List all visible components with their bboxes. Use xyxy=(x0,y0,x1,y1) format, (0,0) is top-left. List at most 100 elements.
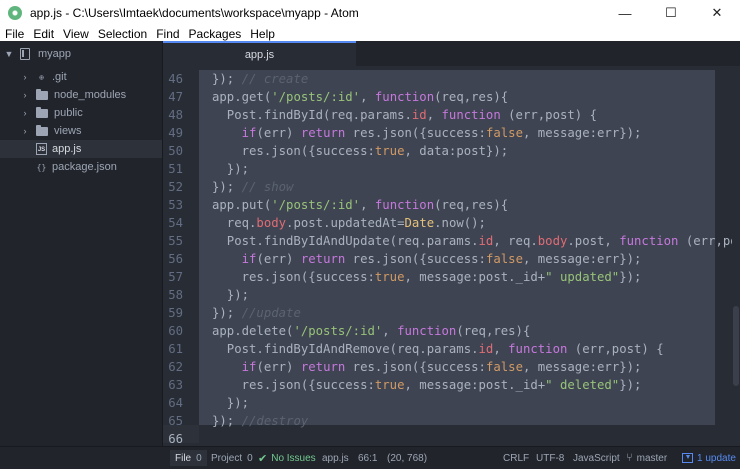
json-file-icon: {} xyxy=(36,162,47,172)
line-ending-selector[interactable]: CRLF xyxy=(503,447,529,469)
grammar-selector[interactable]: JavaScript xyxy=(573,447,620,469)
tree-item-node-modules[interactable]: › node_modules xyxy=(0,86,162,104)
code-line: 65}); //destroy xyxy=(163,412,723,430)
tree-item-git[interactable]: › ⊕ .git xyxy=(0,68,162,86)
close-button[interactable]: ✕ xyxy=(694,0,740,26)
tree-item-app-js[interactable]: JS app.js xyxy=(0,140,162,158)
tree-item-public[interactable]: › public xyxy=(0,104,162,122)
code-line: 53 app.put('/posts/:id', function(req,res… xyxy=(163,196,723,214)
code-line: 62 if(err) return res.json({success:fals… xyxy=(163,358,723,376)
git-icon: ⊕ xyxy=(39,72,44,82)
line-number: 56 xyxy=(168,252,183,266)
line-number: 60 xyxy=(168,324,183,338)
chevron-down-icon: ▼ xyxy=(4,49,14,59)
code-line: 49 if(err) return res.json({success:fals… xyxy=(163,124,723,142)
status-file-tab[interactable]: File 0 xyxy=(170,450,207,466)
line-number: 66 xyxy=(168,432,183,446)
menu-edit[interactable]: Edit xyxy=(33,27,54,41)
code-line: 56 if(err) return res.json({success:fals… xyxy=(163,250,723,268)
line-number: 48 xyxy=(168,108,183,122)
tree-view: ▼ myapp › ⊕ .git › node_modules › public… xyxy=(0,41,163,446)
vertical-scrollbar[interactable] xyxy=(732,66,740,446)
code-line: 59}); //update xyxy=(163,304,723,322)
scrollbar-thumb[interactable] xyxy=(733,306,739,386)
line-number: 46 xyxy=(168,72,183,86)
code-line: 46}); // create xyxy=(163,70,723,88)
code-line: 54 req.body.post.updatedAt=Date.now(); xyxy=(163,214,723,232)
check-icon: ✔ xyxy=(258,452,268,465)
code-line: 63 res.json({success:true, message:post.… xyxy=(163,376,723,394)
code-line: 47 app.get('/posts/:id', function(req,res… xyxy=(163,88,723,106)
line-number: 55 xyxy=(168,234,183,248)
update-label: 1 update xyxy=(697,452,736,464)
js-file-icon: JS xyxy=(36,143,47,155)
tree-root-myapp[interactable]: ▼ myapp xyxy=(0,45,162,63)
menu-file[interactable]: File xyxy=(5,27,24,41)
folder-icon xyxy=(36,88,48,100)
menu-packages[interactable]: Packages xyxy=(189,27,242,41)
tab-bar: app.js xyxy=(163,41,740,66)
window-title: app.js - C:\Users\Imtaek\documents\works… xyxy=(30,6,359,20)
branch-label: master xyxy=(636,452,668,464)
code-line: 52}); // show xyxy=(163,178,723,196)
tree-item-label: views xyxy=(54,125,82,137)
line-number: 58 xyxy=(168,288,183,302)
chevron-right-icon: › xyxy=(23,90,27,100)
code-editor[interactable]: 46}); // create 47 app.get('/posts/:id', … xyxy=(163,66,740,446)
line-number: 57 xyxy=(168,270,183,284)
tree-item-label: public xyxy=(54,107,83,119)
code-line: 60 app.delete('/posts/:id', function(req,… xyxy=(163,322,723,340)
tree-item-label: node_modules xyxy=(54,89,127,101)
code-line: 50 res.json({success:true, data:post}); xyxy=(163,142,723,160)
chevron-right-icon: › xyxy=(23,72,27,82)
tab-app-js[interactable]: app.js xyxy=(163,41,356,66)
status-file-label: File xyxy=(175,452,192,464)
cursor-position[interactable]: 66:1 xyxy=(358,447,377,469)
folder-icon xyxy=(36,106,48,118)
tree-item-label: app.js xyxy=(52,143,82,155)
line-number: 50 xyxy=(168,144,183,158)
line-number: 47 xyxy=(168,90,183,104)
menu-bar: File Edit View Selection Find Packages H… xyxy=(0,26,740,41)
git-branch-icon: ⑂ xyxy=(626,452,633,464)
line-number: 61 xyxy=(168,342,183,356)
line-number: 65 xyxy=(168,414,183,428)
line-number: 62 xyxy=(168,360,183,374)
package-updates[interactable]: 1 update xyxy=(682,447,736,469)
menu-find[interactable]: Find xyxy=(156,27,179,41)
code-line: 51 }); xyxy=(163,160,723,178)
line-number: 49 xyxy=(168,126,183,140)
line-number: 53 xyxy=(168,198,183,212)
line-number: 52 xyxy=(168,180,183,194)
maximize-button[interactable]: ☐ xyxy=(648,0,694,26)
code-line: 57 res.json({success:true, message:post.… xyxy=(163,268,723,286)
line-number: 63 xyxy=(168,378,183,392)
status-project-label: Project xyxy=(211,452,243,464)
code-line: 58 }); xyxy=(163,286,723,304)
tree-item-package-json[interactable]: {} package.json xyxy=(0,158,162,176)
tree-item-views[interactable]: › views xyxy=(0,122,162,140)
linter-status[interactable]: ✔ No Issues xyxy=(258,447,316,469)
status-filename[interactable]: app.js xyxy=(322,447,349,469)
minimize-button[interactable]: — xyxy=(602,0,648,26)
status-file-count: 0 xyxy=(196,452,202,464)
update-icon xyxy=(682,453,693,463)
git-branch[interactable]: ⑂ master xyxy=(626,447,667,469)
folder-icon xyxy=(36,124,48,136)
title-bar: app.js - C:\Users\Imtaek\documents\works… xyxy=(0,0,740,26)
status-project-tab[interactable]: Project 0 xyxy=(206,450,258,466)
menu-selection[interactable]: Selection xyxy=(98,27,147,41)
code-line-current: 66 xyxy=(163,430,723,446)
window-controls: — ☐ ✕ xyxy=(602,0,740,26)
selection-count: (20, 768) xyxy=(387,452,428,464)
chevron-right-icon: › xyxy=(23,126,27,136)
code-line: 55 Post.findByIdAndUpdate(req.params.id,… xyxy=(163,232,740,250)
tree-item-label: .git xyxy=(52,71,67,83)
line-number: 59 xyxy=(168,306,183,320)
menu-view[interactable]: View xyxy=(63,27,89,41)
encoding-selector[interactable]: UTF-8 xyxy=(536,447,564,469)
menu-help[interactable]: Help xyxy=(250,27,275,41)
status-bar: File 0 Project 0 ✔ No Issues app.js 66:1… xyxy=(0,446,740,469)
line-number: 64 xyxy=(168,396,183,410)
tree-root-label: myapp xyxy=(38,48,72,60)
